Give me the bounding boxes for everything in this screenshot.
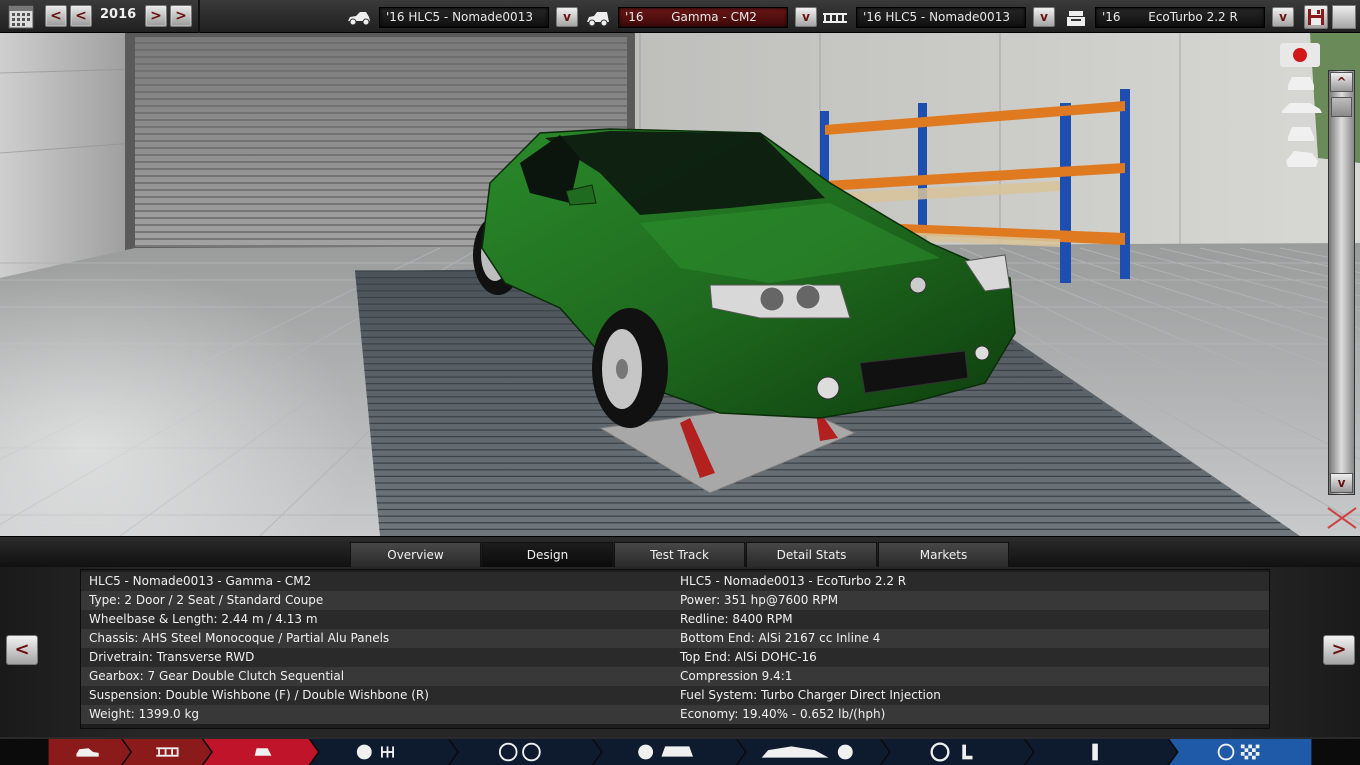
engine-icon xyxy=(356,744,372,760)
chassis-icon xyxy=(823,13,847,23)
app-window: < < 2016 > > '16 HLC5 - Nomade0013 v '16… xyxy=(0,0,1360,765)
spec-table: HLC5 - Nomade0013 - Gamma - CM2 HLC5 - N… xyxy=(80,569,1270,729)
tab-test-track[interactable]: Test Track xyxy=(614,542,745,568)
year-back-far-button[interactable]: < xyxy=(45,5,67,27)
info-panel: < HLC5 - Nomade0013 - Gamma - CM2 HLC5 -… xyxy=(0,567,1360,737)
top-toolbar: < < 2016 > > '16 HLC5 - Nomade0013 v '16… xyxy=(0,0,1360,33)
spec-row: Drivetrain: Transverse RWD Top End: AlSi… xyxy=(81,648,1269,667)
trim-select[interactable]: '16 Gamma - CM2 xyxy=(618,7,788,28)
spec-row: Gearbox: 7 Gear Double Clutch Sequential… xyxy=(81,667,1269,686)
car-silhouette-icon xyxy=(661,746,693,757)
spec-bottom-end: Bottom End: AlSi 2167 cc Inline 4 xyxy=(680,631,881,645)
engine-title: HLC5 - Nomade0013 - EcoTurbo 2.2 R xyxy=(680,574,907,588)
design-step-nav xyxy=(0,737,1360,765)
save-button[interactable] xyxy=(1304,5,1328,29)
engine-select[interactable]: '16 EcoTurbo 2.2 R xyxy=(1095,7,1265,28)
nav-step-brakes[interactable] xyxy=(593,739,745,765)
scroll-up-button[interactable]: ^ xyxy=(1330,72,1353,92)
spec-row: HLC5 - Nomade0013 - Gamma - CM2 HLC5 - N… xyxy=(81,572,1269,591)
trim-year: '16 xyxy=(625,10,644,24)
camera-front-view-icon[interactable] xyxy=(1288,77,1314,90)
model-select[interactable]: '16 HLC5 - Nomade0013 xyxy=(379,7,549,28)
tab-markets[interactable]: Markets xyxy=(878,542,1009,568)
car-trim-icon xyxy=(587,12,609,27)
toolbar-divider xyxy=(198,0,200,33)
garage-3d-viewport[interactable] xyxy=(0,33,1360,536)
spec-row: Suspension: Double Wishbone (F) / Double… xyxy=(81,686,1269,705)
variant-dropdown-button[interactable]: v xyxy=(1033,7,1055,27)
variant-select[interactable]: '16 HLC5 - Nomade0013 xyxy=(856,7,1026,28)
brake-icon xyxy=(638,744,654,760)
nav-step-suspension[interactable] xyxy=(1025,739,1177,765)
tab-bar: Overview Design Test Track Detail Stats … xyxy=(0,536,1360,568)
nav-step-model[interactable] xyxy=(48,739,131,765)
spec-top-end: Top End: AlSi DOHC-16 xyxy=(680,650,817,664)
menu-button[interactable] xyxy=(1332,5,1356,29)
scroll-thumb[interactable] xyxy=(1331,97,1352,117)
tab-design[interactable]: Design xyxy=(482,542,613,568)
spec-compression: Compression 9.4:1 xyxy=(680,669,793,683)
save-icon xyxy=(1308,9,1324,25)
spec-row: Wheelbase & Length: 2.44 m / 4.13 m Redl… xyxy=(81,610,1269,629)
tab-overview[interactable]: Overview xyxy=(350,542,481,568)
spec-wheelbase: Wheelbase & Length: 2.44 m / 4.13 m xyxy=(89,612,318,626)
engine-icon xyxy=(1067,11,1085,26)
nav-step-wheels[interactable] xyxy=(449,739,602,765)
model-dropdown-button[interactable]: v xyxy=(556,7,578,27)
nav-step-body[interactable] xyxy=(203,739,318,765)
car-title: HLC5 - Nomade0013 - Gamma - CM2 xyxy=(89,574,312,588)
trim-name: Gamma - CM2 xyxy=(671,10,757,24)
spec-economy: Economy: 19.40% - 0.652 lb/(hph) xyxy=(680,707,886,721)
record-camera-icon[interactable] xyxy=(1280,43,1320,67)
engine-year: '16 xyxy=(1102,10,1121,24)
spec-weight: Weight: 1399.0 kg xyxy=(89,707,200,721)
nav-step-interior[interactable] xyxy=(881,739,1033,765)
fan-icon xyxy=(837,744,853,760)
calendar-icon[interactable] xyxy=(8,4,34,29)
spec-gearbox: Gearbox: 7 Gear Double Clutch Sequential xyxy=(89,669,345,683)
previous-car-button[interactable]: < xyxy=(6,635,38,665)
year-forward-button[interactable]: > xyxy=(145,5,167,27)
trim-dropdown-button[interactable]: v xyxy=(795,7,817,27)
spec-drivetrain: Drivetrain: Transverse RWD xyxy=(89,650,255,664)
nav-step-engine[interactable] xyxy=(310,739,458,765)
year-forward-far-button[interactable]: > xyxy=(170,5,192,27)
shock-absorber-icon xyxy=(1092,743,1098,761)
camera-rear-view-icon[interactable] xyxy=(1288,127,1314,141)
engine-dropdown-button[interactable]: v xyxy=(1272,7,1294,27)
car-model-icon xyxy=(348,12,370,26)
spec-row: Chassis: AHS Steel Monocoque / Partial A… xyxy=(81,629,1269,648)
year-display: 2016 xyxy=(100,7,137,22)
spec-fuel-system: Fuel System: Turbo Charger Direct Inject… xyxy=(680,688,941,702)
spec-redline: Redline: 8400 RPM xyxy=(680,612,793,626)
spec-type: Type: 2 Door / 2 Seat / Standard Coupe xyxy=(89,593,324,607)
spec-chassis: Chassis: AHS Steel Monocoque / Partial A… xyxy=(89,631,390,645)
nav-step-chassis[interactable] xyxy=(122,739,212,765)
spec-row: Weight: 1399.0 kg Economy: 19.40% - 0.65… xyxy=(81,705,1269,724)
next-car-button[interactable]: > xyxy=(1323,635,1355,665)
tab-detail-stats[interactable]: Detail Stats xyxy=(746,542,877,568)
spec-suspension: Suspension: Double Wishbone (F) / Double… xyxy=(89,688,429,702)
zoom-scrollbar[interactable]: ^ v xyxy=(1328,70,1355,495)
engine-name: EcoTurbo 2.2 R xyxy=(1148,10,1238,24)
year-back-button[interactable]: < xyxy=(70,5,92,27)
scroll-down-button[interactable]: v xyxy=(1330,473,1353,493)
spec-power: Power: 351 hp@7600 RPM xyxy=(680,593,839,607)
spec-row: Type: 2 Door / 2 Seat / Standard Coupe P… xyxy=(81,591,1269,610)
nav-step-finish[interactable] xyxy=(1169,739,1312,765)
nav-step-aero[interactable] xyxy=(737,739,889,765)
